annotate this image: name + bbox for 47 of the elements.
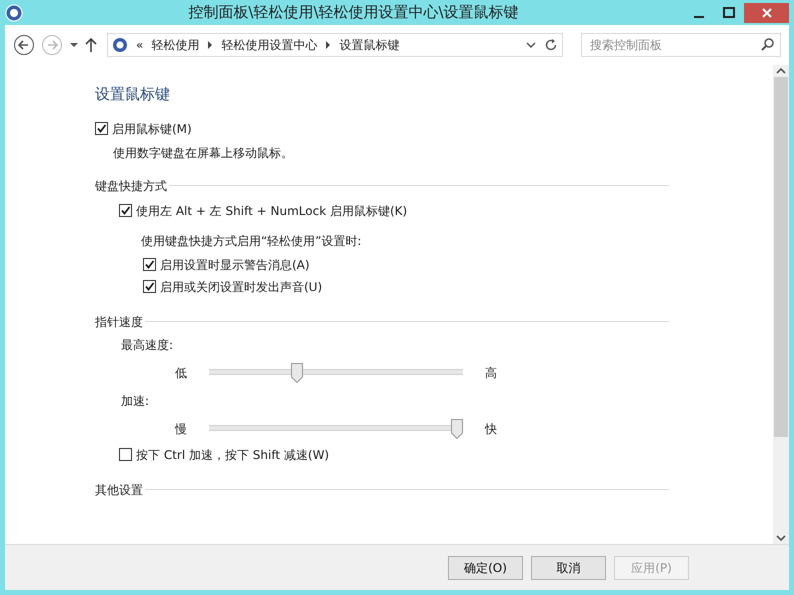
search-field[interactable]: 搜索控制面板 [581, 33, 781, 57]
description-text: 使用数字键盘在屏幕上移动鼠标。 [113, 144, 294, 162]
slider-label: 加速: [121, 392, 150, 410]
section-title: 指针速度 [95, 314, 143, 330]
section-title: 键盘快捷方式 [95, 178, 167, 194]
checkbox[interactable] [143, 280, 156, 293]
scrollbar-thumb[interactable] [774, 77, 788, 437]
checkbox-label[interactable]: 启用鼠标键(M) [112, 120, 192, 138]
close-button[interactable] [744, 2, 789, 22]
slider-max-label: 快 [485, 420, 497, 438]
slider-thumb[interactable] [451, 418, 463, 438]
address-bar[interactable]: « 轻松使用 轻松使用设置中心 设置鼠标键 [107, 33, 563, 57]
chevron-icon[interactable] [207, 41, 214, 49]
control-panel-icon [112, 37, 128, 53]
up-arrow-icon[interactable] [85, 37, 97, 53]
checkbox[interactable] [119, 204, 132, 217]
chevron-icon[interactable] [325, 41, 332, 49]
checkbox-label[interactable]: 启用设置时显示警告消息(A) [160, 256, 310, 274]
slider-thumb[interactable] [291, 362, 304, 382]
section-title: 其他设置 [95, 482, 143, 498]
dialog-button[interactable]: 确定(O) [448, 556, 523, 580]
checkbox[interactable] [119, 448, 132, 461]
dialog-button[interactable]: 取消 [531, 556, 606, 580]
window-title: 控制面板\轻松使用\轻松使用设置中心\设置鼠标键 [187, 2, 520, 24]
checkbox-label[interactable]: 使用左 Alt + 左 Shift + NumLock 启用鼠标键(K) [136, 202, 408, 220]
slider-min-label: 低 [175, 364, 187, 382]
page-heading: 设置鼠标键 [95, 84, 171, 105]
control-panel-icon [5, 4, 23, 22]
scrollbar[interactable] [773, 65, 789, 544]
search-icon[interactable] [761, 38, 774, 51]
checkbox-label[interactable]: 启用或关闭设置时发出声音(U) [160, 278, 322, 296]
slider-min-label: 慢 [175, 420, 187, 438]
checkbox[interactable] [95, 122, 108, 135]
refresh-icon[interactable] [544, 38, 558, 52]
breadcrumb-overflow[interactable]: « [136, 36, 144, 54]
breadcrumb-item[interactable]: 轻松使用 [151, 36, 200, 54]
breadcrumb-item[interactable]: 设置鼠标键 [339, 36, 400, 54]
dropdown-icon[interactable] [69, 41, 79, 49]
dropdown-icon[interactable] [526, 41, 536, 49]
slider-max-label: 高 [485, 364, 497, 382]
group-label: 使用键盘快捷方式启用“轻松使用”设置时: [141, 232, 362, 250]
close-icon[interactable] [762, 8, 772, 18]
slider-label: 最高速度: [121, 336, 174, 354]
checkbox[interactable] [143, 258, 156, 271]
breadcrumb-item[interactable]: 轻松使用设置中心 [221, 36, 318, 54]
checkbox-label[interactable]: 按下 Ctrl 加速，按下 Shift 减速(W) [136, 446, 330, 464]
back-icon[interactable] [13, 34, 35, 56]
